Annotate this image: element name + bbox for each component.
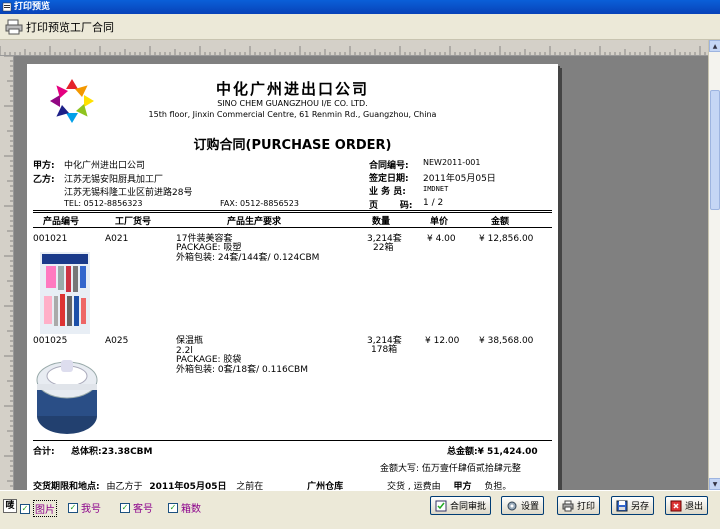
col-product-no: 产品编号 [43, 217, 80, 227]
document-title: 订购合同(PURCHASE ORDER) [193, 138, 392, 153]
check-customer-no-label: 客号 [133, 504, 153, 515]
item-2-unit-price: ¥ 12.00 [425, 336, 460, 346]
item-2-product-no: 001025 [33, 336, 68, 346]
col-requirements: 产品生产要求 [227, 217, 282, 227]
toolbar: 打印预览工厂合同 [0, 14, 720, 40]
col-factory-no: 工厂货号 [115, 217, 152, 227]
delivery-place: 广州仓库 [270, 479, 380, 490]
checkbox-customer-no[interactable]: ✓ [120, 502, 130, 513]
tel: TEL: 0512-8856323 [64, 199, 143, 208]
exit-icon [670, 500, 682, 511]
item-1-product-no: 001021 [33, 234, 68, 244]
print-preview-label: 打印预览工厂合同 [26, 21, 114, 34]
page-number: 1 / 2 [423, 198, 444, 208]
col-unit-price: 单价 [430, 217, 449, 227]
check-picture[interactable]: ✓ 图片 [20, 500, 57, 517]
checkbox-picture[interactable]: ✓ [20, 503, 30, 514]
company-name-en: SINO CHEM GUANGZHOU I/E CO. LTD. [217, 99, 368, 108]
approve-button[interactable]: 合同审批 [430, 496, 492, 515]
item-1-amount: ¥ 12,856.00 [479, 234, 534, 244]
check-our-no[interactable]: ✓ 我号 [68, 500, 101, 515]
total-label: 合计: [33, 447, 55, 457]
delivery-date: 2011年05月05日 [149, 479, 229, 490]
save-as-label: 另存 [631, 502, 650, 512]
contract-no-label: 合同编号: [369, 161, 409, 171]
amount-in-words: 金额大写: 伍万壹仟肆佰贰拾肆元整 [380, 464, 521, 474]
party-b-label: 乙方: [33, 175, 55, 185]
print-preview-button[interactable]: 打印预览工厂合同 [2, 17, 117, 37]
ruler-vertical [0, 56, 14, 490]
delivery-mid: 之前在 [236, 482, 264, 490]
party-a-label: 甲方: [33, 161, 55, 171]
total-amount: 总金额:¥ 51,424.00 [447, 447, 538, 457]
salesman-label: 业 务 员: [369, 187, 406, 197]
check-picture-label: 图片 [33, 500, 57, 517]
party-b-address: 江苏无锡科隆工业区前进路28号 [64, 188, 193, 198]
settings-icon [507, 501, 517, 510]
preview-canvas[interactable]: 中化广州进出口公司 SINO CHEM GUANGZHOU I/E CO. LT… [14, 56, 708, 490]
item-1-req2: PACKAGE: 吸塑 [176, 243, 242, 253]
sign-date: 2011年05月05日 [423, 174, 496, 184]
col-amount: 金额 [491, 217, 510, 227]
approve-label: 合同审批 [450, 502, 487, 512]
fax: FAX: 0512-8856523 [220, 199, 299, 208]
check-cartons[interactable]: ✓ 箱数 [168, 500, 201, 515]
scroll-down-button[interactable]: ▼ [709, 478, 720, 490]
checkbox-cartons[interactable]: ✓ [168, 502, 178, 513]
check-customer-no[interactable]: ✓ 客号 [120, 500, 153, 515]
window-title: 打印预览 [14, 2, 51, 12]
item-2-cartons: 178箱 [371, 345, 398, 355]
item-2-req3: PACKAGE: 胶袋 [176, 355, 242, 365]
company-address: 15th floor, Jinxin Commercial Centre, 61… [148, 110, 437, 119]
party-a: 中化广州进出口公司 [64, 161, 146, 171]
contract-no: NEW2011-001 [423, 158, 481, 167]
salesman: IMDNET [423, 185, 449, 193]
party-b: 江苏无锡安阳厨具加工厂 [64, 175, 164, 185]
vertical-scrollbar[interactable]: ▲ ▼ [708, 40, 720, 490]
delivery-post: 交货 , 运费由 [387, 482, 441, 490]
window-titlebar: 打印预览 [0, 0, 720, 14]
item-1-cartons: 22箱 [373, 243, 394, 253]
document-page: 中化广州进出口公司 SINO CHEM GUANGZHOU I/E CO. LT… [27, 64, 558, 490]
scroll-thumb[interactable] [710, 90, 720, 210]
app-icon [2, 2, 12, 12]
save-icon [616, 500, 628, 511]
delivery-line: 交货期限和地点: 由乙方于 2011年05月05日 之前在 广州仓库 交货 , … [33, 479, 511, 490]
print-button[interactable]: 打印 [557, 496, 601, 515]
item-2-photo [33, 354, 101, 438]
settings-label: 设置 [521, 502, 540, 512]
approve-icon [435, 500, 447, 511]
checkbox-our-no[interactable]: ✓ [68, 502, 78, 513]
ruler-horizontal [0, 40, 708, 56]
statusbar: 唛 ✓ 图片 ✓ 我号 ✓ 客号 ✓ 箱数 合同审批 设置 打印 另存 退出 [0, 490, 720, 529]
print-label: 打印 [577, 502, 596, 512]
delivery-label: 交货期限和地点: [33, 482, 100, 490]
exit-label: 退出 [685, 502, 704, 512]
item-2-req4: 外箱包装: 0套/18套/ 0.116CBM [176, 365, 308, 375]
mark-toggle[interactable]: 唛 [3, 499, 17, 513]
sign-date-label: 签定日期: [369, 174, 409, 184]
exit-button[interactable]: 退出 [665, 496, 709, 515]
item-1-req3: 外箱包装: 24套/144套/ 0.124CBM [176, 253, 320, 263]
delivery-pre: 由乙方于 [106, 482, 143, 490]
total-volume: 总体积:23.38CBM [71, 447, 153, 457]
printer-icon [5, 19, 23, 35]
check-cartons-label: 箱数 [181, 504, 201, 515]
item-1-factory-no: A021 [105, 234, 129, 244]
printer-icon [562, 500, 574, 511]
item-2-amount: ¥ 38,568.00 [479, 336, 534, 346]
item-1-unit-price: ¥ 4.00 [427, 234, 456, 244]
delivery-party: 甲方 [447, 479, 477, 490]
company-name-cn: 中化广州进出口公司 [215, 80, 369, 98]
col-quantity: 数量 [372, 217, 391, 227]
settings-button[interactable]: 设置 [501, 496, 545, 515]
check-our-no-label: 我号 [81, 504, 101, 515]
item-2-req1: 保温瓶 [176, 336, 204, 346]
scroll-up-button[interactable]: ▲ [709, 40, 720, 52]
item-2-factory-no: A025 [105, 336, 129, 346]
item-1-photo [40, 252, 90, 334]
save-as-button[interactable]: 另存 [611, 496, 655, 515]
delivery-end: 负担。 [484, 482, 512, 490]
